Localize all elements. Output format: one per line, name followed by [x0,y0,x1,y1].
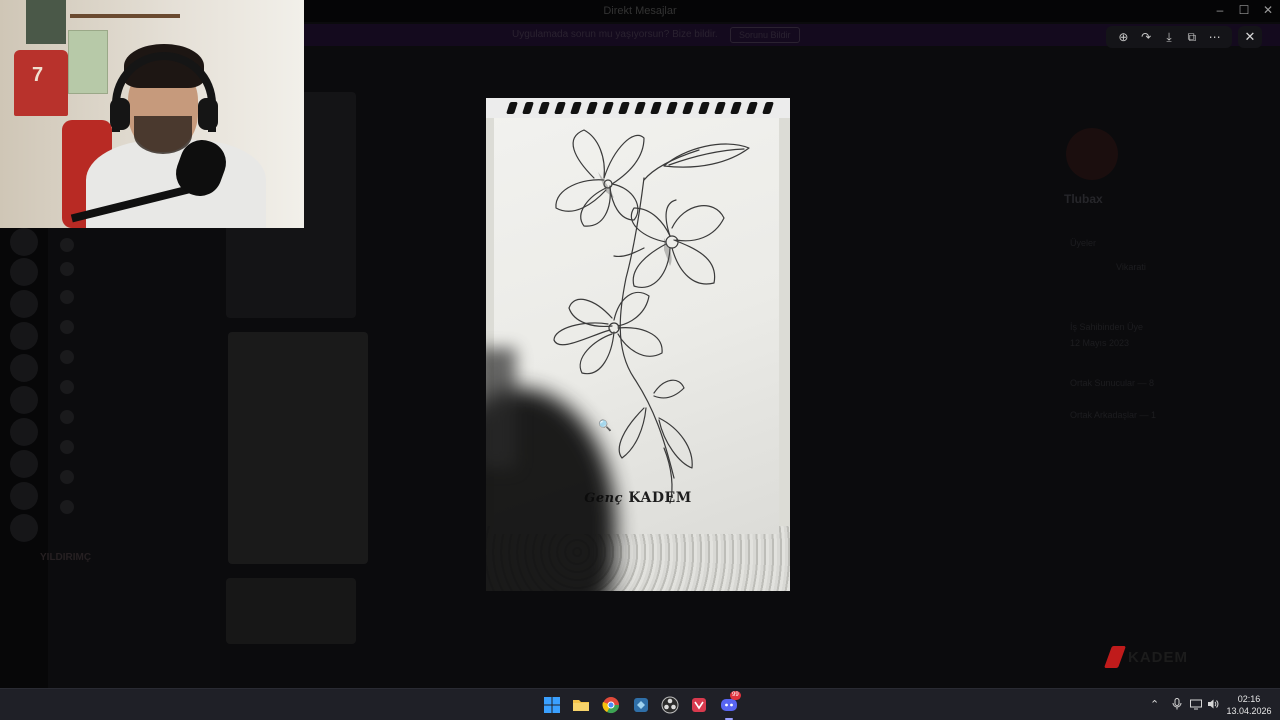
server-icon[interactable] [10,418,38,446]
dm-list-item[interactable] [60,410,82,424]
wall-shelf [70,14,180,18]
wall-jersey: 7 [14,50,68,116]
server-icon[interactable] [10,258,38,286]
maximize-icon[interactable]: ☐ [1232,3,1256,17]
dm-list-item[interactable] [60,440,82,454]
profile-line: Vikarati [1116,262,1146,272]
download-icon[interactable]: ⤓ [1161,29,1177,45]
dm-list-panel [48,228,220,688]
tray-overflow-icon[interactable]: ⌃ [1150,698,1159,711]
app-red-icon[interactable] [688,694,710,716]
server-icon[interactable] [10,386,38,414]
chrome-icon[interactable] [600,694,622,716]
discord-badge: 99 [730,691,741,700]
notice-banner-text: Uygulamada sorun mu yaşıyorsun? Bize bil… [512,29,718,40]
notice-banner-button[interactable]: Sorunu Bildir [730,27,800,43]
server-icon[interactable] [10,354,38,382]
kadem-watermark: KADEM [1103,644,1226,676]
mutual-servers-toggle[interactable]: Ortak Sunucular — 8 [1070,378,1154,388]
dm-list-item[interactable] [60,500,82,514]
open-external-icon[interactable]: ⧉ [1184,29,1200,45]
profile-avatar[interactable] [1066,128,1118,180]
more-options-icon[interactable]: ⋯ [1207,29,1223,45]
profile-section-label: Üyeler [1070,238,1097,248]
windows-start-icon[interactable] [541,694,563,716]
screen: Direkt Mesajlar – ☐ ✕ Uygulamada sorun m… [0,0,1280,720]
server-icon[interactable] [10,322,38,350]
app-icon[interactable] [630,694,652,716]
watermark-name: KADEM [1128,649,1188,666]
message-attachment[interactable] [228,332,368,564]
dm-list-item[interactable] [60,320,82,334]
sketch-photo[interactable]: Genç KADEM [486,98,790,591]
mutual-friends-toggle[interactable]: Ortak Arkadaşlar — 1 [1070,410,1156,420]
dm-list-item[interactable] [60,380,82,394]
zoom-cursor-icon: 🔍 [598,420,612,432]
profile-line: İş Sahibinden Üye [1070,322,1144,332]
server-rail [0,228,48,688]
window-close-icon[interactable]: ✕ [1256,3,1280,17]
server-icon[interactable] [10,514,38,542]
image-viewer-toolbar: ⊕ ↷ ⤓ ⧉ ⋯ [1106,26,1232,48]
wall-poster [26,0,66,44]
clock-time: 02:16 [1237,694,1261,704]
forward-icon[interactable]: ↷ [1138,29,1154,45]
message-attachment[interactable] [226,578,356,644]
profile-line: 12 Mayıs 2023 [1070,338,1130,348]
streamer-shirt [86,140,266,228]
taskbar-clock[interactable]: 02:16 13.04.2026 [1226,693,1272,717]
windows-taskbar: 99 ⌃ 02:16 13.04.2026 [0,688,1280,720]
user-profile-panel: Tlubax Üyeler Vikarati İş Sahibinden Üye… [1056,110,1280,430]
server-icon[interactable] [10,228,38,256]
signature-main: KADEM [628,490,692,506]
dm-list-item[interactable] [60,290,82,304]
network-icon[interactable] [1190,698,1202,713]
minimize-icon[interactable]: – [1208,3,1232,17]
obs-icon[interactable] [659,694,681,716]
wall-map [68,30,108,94]
dm-list-item[interactable] [60,262,82,276]
dm-list-item[interactable] [60,238,82,252]
clock-date: 13.04.2026 [1226,706,1272,716]
server-icon[interactable] [10,450,38,478]
dm-list-item[interactable] [60,350,82,364]
server-icon[interactable] [10,482,38,510]
close-viewer-button[interactable]: ✕ [1238,26,1262,48]
zoom-in-icon[interactable]: ⊕ [1115,29,1131,45]
voice-section-label: YILDIRIMÇ [40,552,92,563]
microphone-icon[interactable] [1172,698,1182,713]
profile-name: Tlubax [1064,192,1103,206]
kadem-logo-icon [1103,646,1127,668]
volume-icon[interactable] [1207,698,1219,713]
discord-icon[interactable]: 99 [718,691,741,716]
webcam-overlay: 7 [0,0,304,228]
server-icon[interactable] [10,290,38,318]
file-explorer-icon[interactable] [570,694,592,716]
jersey-number: 7 [32,64,44,86]
dm-list-item[interactable] [60,470,82,484]
